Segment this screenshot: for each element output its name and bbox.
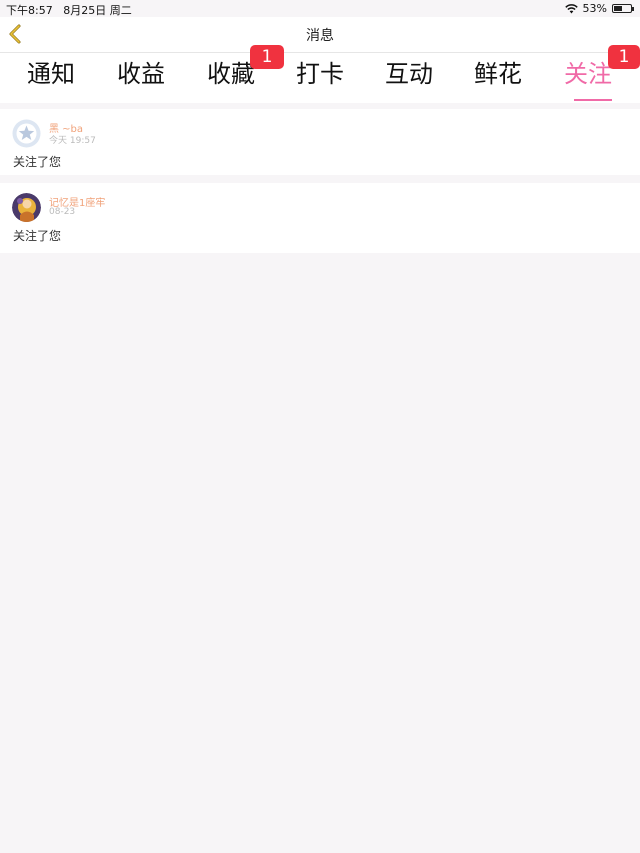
active-tab-indicator xyxy=(574,99,612,101)
tab-notifications[interactable]: 通知 xyxy=(16,59,86,99)
message-text: 关注了您 xyxy=(13,229,62,243)
tab-label: 互动 xyxy=(385,60,433,88)
tab-flowers[interactable]: 鲜花 xyxy=(463,59,533,99)
tab-bar: 通知 收益 收藏 打卡 互动 鲜花 关注 1 1 xyxy=(0,45,640,103)
battery-icon xyxy=(612,4,634,13)
tab-checkin[interactable]: 打卡 xyxy=(285,59,355,99)
tab-interactions[interactable]: 互动 xyxy=(374,59,444,99)
status-date: 8月25日 周二 xyxy=(63,4,132,17)
tab-label: 关注 xyxy=(564,60,612,88)
message-time: 08-23 xyxy=(49,207,76,217)
battery-fill xyxy=(614,6,622,11)
page-title: 消息 xyxy=(306,28,334,44)
message-text: 关注了您 xyxy=(13,155,62,169)
status-time-date: 下午8:57 8月25日 周二 xyxy=(6,2,132,18)
default-avatar-icon[interactable] xyxy=(12,119,41,148)
tab-label: 鲜花 xyxy=(474,60,522,88)
message-time: 今天 19:57 xyxy=(49,136,96,146)
wifi-icon xyxy=(564,3,578,13)
status-time: 下午8:57 xyxy=(6,4,53,17)
tab-label: 通知 xyxy=(27,60,75,88)
follows-badge: 1 xyxy=(608,45,640,69)
tab-label: 收益 xyxy=(117,60,165,88)
battery-percent: 53% xyxy=(582,2,607,15)
user-avatar[interactable] xyxy=(12,193,41,222)
list-item[interactable]: 黑 ~ba 今天 19:57 关注了您 xyxy=(0,109,640,175)
status-bar: 下午8:57 8月25日 周二 53% xyxy=(0,0,640,17)
tab-label: 打卡 xyxy=(296,60,344,88)
tab-label: 收藏 xyxy=(207,60,255,88)
status-indicators: 53% xyxy=(564,2,634,15)
tab-earnings[interactable]: 收益 xyxy=(106,59,176,99)
list-item[interactable]: 记忆是1座牢 08-23 关注了您 xyxy=(0,183,640,253)
navigation-bar: 消息 xyxy=(0,17,640,53)
favorites-badge: 1 xyxy=(250,45,284,69)
